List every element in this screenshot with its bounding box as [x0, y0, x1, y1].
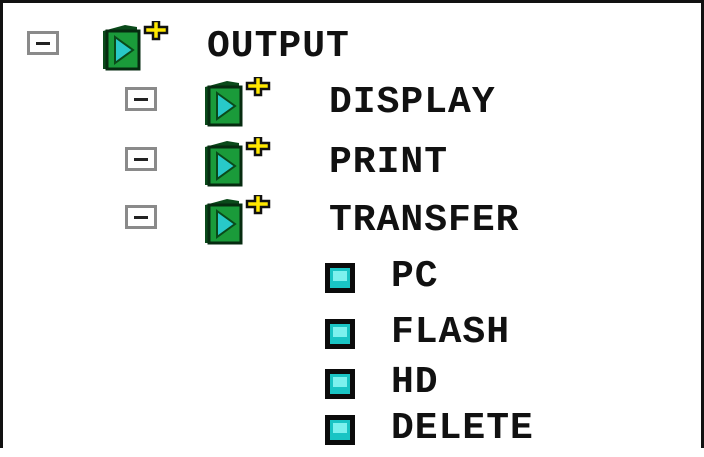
tree-leaf-label: PC	[391, 255, 439, 298]
tree-node-label: TRANSFER	[329, 199, 520, 242]
tree-node-transfer[interactable]: TRANSFER	[3, 193, 703, 249]
folder-add-icon	[205, 195, 271, 245]
folder-add-icon	[205, 77, 271, 127]
tree-node-output[interactable]: OUTPUT	[3, 19, 703, 75]
tree-leaf-label: HD	[391, 361, 439, 404]
tree-leaf-delete[interactable]: DELETE	[3, 401, 703, 457]
tree-leaf-label: DELETE	[391, 407, 534, 450]
leaf-node-icon	[325, 263, 355, 293]
tree-leaf-pc[interactable]: PC	[3, 249, 703, 305]
tree-view-panel: OUTPUT DISPLAY PRINT TRANSFER PC FLASH H…	[0, 0, 704, 450]
tree-node-print[interactable]: PRINT	[3, 135, 703, 191]
collapse-toggle-icon[interactable]	[125, 87, 157, 111]
collapse-toggle-icon[interactable]	[125, 147, 157, 171]
folder-add-icon	[205, 137, 271, 187]
leaf-node-icon	[325, 369, 355, 399]
leaf-node-icon	[325, 415, 355, 445]
tree-node-display[interactable]: DISPLAY	[3, 75, 703, 131]
tree-leaf-label: FLASH	[391, 311, 511, 354]
tree-node-label: DISPLAY	[329, 81, 496, 124]
tree-node-label: PRINT	[329, 141, 449, 184]
folder-add-icon	[103, 21, 169, 71]
tree-node-label: OUTPUT	[207, 25, 350, 68]
collapse-toggle-icon[interactable]	[125, 205, 157, 229]
tree-leaf-flash[interactable]: FLASH	[3, 305, 703, 361]
leaf-node-icon	[325, 319, 355, 349]
collapse-toggle-icon[interactable]	[27, 31, 59, 55]
